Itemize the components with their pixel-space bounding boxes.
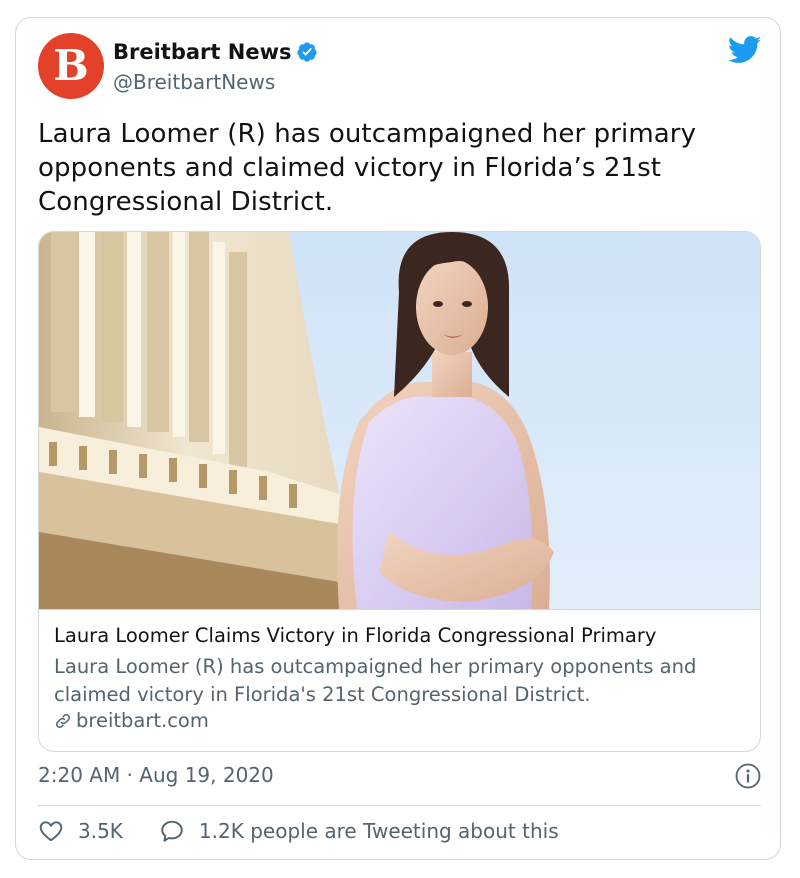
tweet-text: Laura Loomer (R) has outcampaigned her p… <box>38 119 697 217</box>
avatar-letter: B <box>53 41 89 90</box>
engagement-bar: 3.5K 1.2K people are Tweeting about this <box>38 818 559 844</box>
card-title[interactable]: Laura Loomer Claims Victory in Florida C… <box>54 624 656 647</box>
like-count: 3.5K <box>78 819 123 843</box>
card-divider <box>39 609 760 610</box>
display-name[interactable]: Breitbart News <box>113 40 291 64</box>
divider <box>38 805 761 806</box>
handle[interactable]: @BreitbartNews <box>113 70 275 94</box>
tweeting-count: 1.2K people are Tweeting about this <box>198 819 559 843</box>
author-name-row[interactable]: Breitbart News <box>113 40 318 64</box>
card-domain[interactable]: breitbart.com <box>54 709 209 732</box>
tweet-embed: B Breitbart News @BreitbartNews Laura Lo… <box>15 17 781 860</box>
card-description: Laura Loomer (R) has outcampaigned her p… <box>54 655 697 706</box>
tweet-timestamp[interactable]: 2:20 AM · Aug 19, 2020 <box>38 763 274 787</box>
like-action[interactable]: 3.5K <box>38 818 123 844</box>
heart-icon <box>39 821 63 842</box>
speech-bubble-icon <box>161 820 183 842</box>
verified-badge-icon <box>297 42 318 62</box>
avatar[interactable]: B <box>38 33 104 99</box>
tweeting-action[interactable]: 1.2K people are Tweeting about this <box>159 818 559 844</box>
card-image <box>39 232 760 610</box>
card-domain-text[interactable]: breitbart.com <box>76 709 209 732</box>
link-icon <box>55 713 71 728</box>
breitbart-logo: B <box>38 33 104 99</box>
twitter-bird-icon[interactable] <box>728 36 762 64</box>
link-card[interactable]: Laura Loomer Claims Victory in Florida C… <box>38 231 761 752</box>
info-icon[interactable] <box>735 763 761 789</box>
